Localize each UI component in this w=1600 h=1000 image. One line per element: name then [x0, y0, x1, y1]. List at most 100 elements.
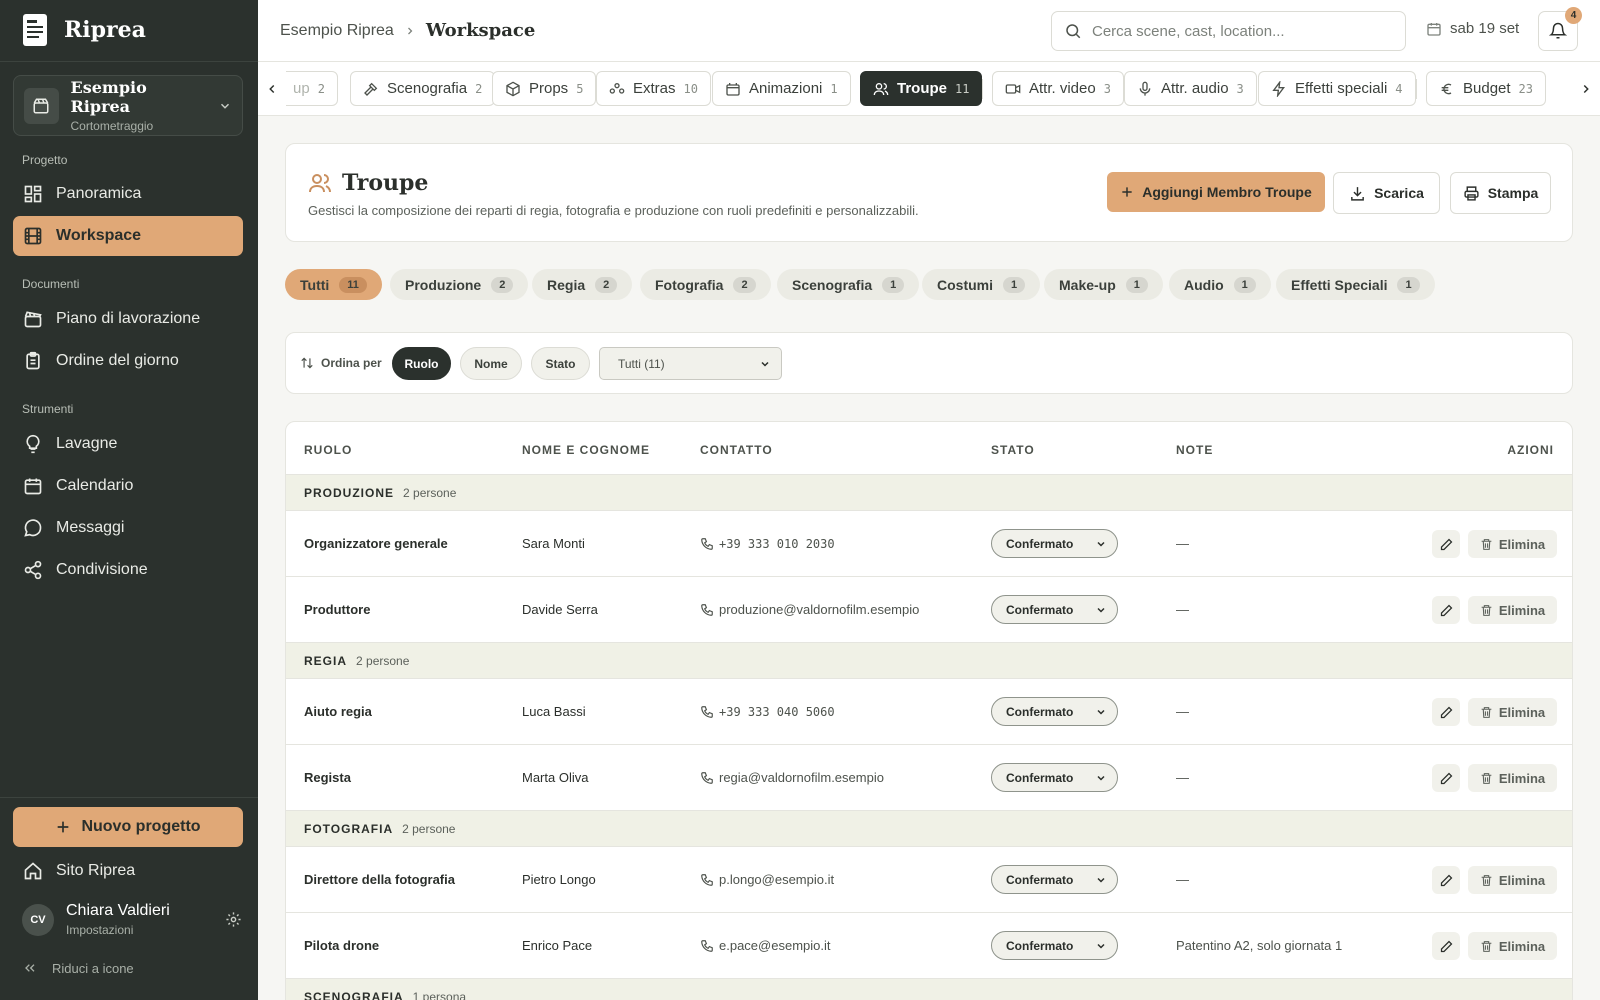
tab-budget[interactable]: Budget 23	[1426, 71, 1546, 106]
delete-button[interactable]: Elimina	[1468, 932, 1557, 960]
nav-label: Sito Riprea	[56, 862, 136, 879]
tabs-scroll-left[interactable]	[258, 74, 286, 104]
table-row[interactable]: Direttore della fotografia Pietro Longo …	[286, 847, 1572, 913]
nav-ordine-giorno[interactable]: Ordine del giorno	[13, 341, 243, 381]
delete-button[interactable]: Elimina	[1468, 596, 1557, 624]
nav-sito[interactable]: Sito Riprea	[13, 851, 243, 891]
nav-workspace[interactable]: Workspace	[13, 216, 243, 256]
tab-makeup[interactable]: up 2	[286, 71, 338, 106]
filter-audio[interactable]: Audio 1	[1169, 269, 1271, 300]
delete-button[interactable]: Elimina	[1468, 698, 1557, 726]
pencil-icon	[1439, 771, 1454, 786]
col-ruolo[interactable]: RUOLO	[304, 443, 352, 457]
project-switcher[interactable]: Esempio Riprea Cortometraggio	[13, 75, 243, 136]
users-icon	[308, 171, 332, 195]
cell-contact[interactable]: +39 333 040 5060	[700, 679, 835, 744]
collapse-sidebar[interactable]: Riduci a icone	[22, 960, 134, 976]
cell-contact[interactable]: p.longo@esempio.it	[700, 847, 834, 912]
filter-makeup[interactable]: Make-up 1	[1044, 269, 1163, 300]
filter-costumi[interactable]: Costumi 1	[922, 269, 1041, 300]
nav-condivisione[interactable]: Condivisione	[13, 550, 243, 590]
table-row[interactable]: Organizzatore generale Sara Monti +39 33…	[286, 511, 1572, 577]
tab-troupe[interactable]: Troupe 11	[860, 71, 983, 106]
table-row[interactable]: Regista Marta Oliva regia@valdornofilm.e…	[286, 745, 1572, 811]
cell-role: Organizzatore generale	[304, 536, 448, 551]
chevron-down-icon	[1095, 874, 1107, 886]
sort-ruolo[interactable]: Ruolo	[392, 347, 451, 380]
hammer-icon	[363, 81, 379, 97]
edit-button[interactable]	[1432, 698, 1460, 726]
delete-button[interactable]: Elimina	[1468, 764, 1557, 792]
sort-nome[interactable]: Nome	[460, 347, 522, 380]
status-select[interactable]: Confermato	[991, 697, 1118, 726]
video-icon	[1005, 81, 1021, 97]
print-button[interactable]: Stampa	[1450, 172, 1551, 214]
tab-effetti-speciali[interactable]: Effetti speciali 4	[1258, 71, 1416, 106]
department-select[interactable]: Tutti (11)	[599, 347, 782, 380]
edit-button[interactable]	[1432, 932, 1460, 960]
col-nome[interactable]: NOME E COGNOME	[522, 443, 650, 457]
status-select[interactable]: Confermato	[991, 595, 1118, 624]
table-row[interactable]: Pilota drone Enrico Pace e.pace@esempio.…	[286, 913, 1572, 979]
script-icon	[22, 13, 48, 47]
nav-label: Ordine del giorno	[56, 352, 179, 369]
tabs-scroll-right[interactable]	[1572, 74, 1600, 104]
status-select[interactable]: Confermato	[991, 529, 1118, 558]
edit-button[interactable]	[1432, 764, 1460, 792]
app-logo[interactable]: Riprea	[22, 13, 146, 47]
filter-produzione[interactable]: Produzione 2	[390, 269, 529, 300]
delete-button[interactable]: Elimina	[1468, 866, 1557, 894]
notification-badge: 4	[1565, 7, 1582, 24]
tab-attr-audio[interactable]: Attr. audio 3	[1124, 71, 1257, 106]
category-tabs: up 2 Scenografia 2 Props 5 Extras 10 Animazi…	[258, 62, 1600, 116]
status-select[interactable]: Confermato	[991, 763, 1118, 792]
printer-icon	[1463, 185, 1480, 202]
filter-regia[interactable]: Regia 2	[532, 269, 633, 300]
notifications-button[interactable]: 4	[1538, 7, 1582, 51]
cell-contact[interactable]: +39 333 010 2030	[700, 511, 835, 576]
download-button[interactable]: Scarica	[1333, 172, 1440, 214]
filter-scenografia[interactable]: Scenografia 1	[777, 269, 920, 300]
tab-scenografia[interactable]: Scenografia 2	[350, 71, 496, 106]
table-row[interactable]: Produttore Davide Serra produzione@valdo…	[286, 577, 1572, 643]
col-stato[interactable]: STATO	[991, 443, 1035, 457]
cell-contact[interactable]: regia@valdornofilm.esempio	[700, 745, 884, 810]
user-profile[interactable]: CV Chiara Valdieri Impostazioni	[22, 902, 242, 937]
cell-contact[interactable]: produzione@valdornofilm.esempio	[700, 577, 919, 642]
breadcrumb: Esempio Riprea Workspace	[280, 20, 535, 41]
nav-lavagne[interactable]: Lavagne	[13, 424, 243, 464]
nav-messaggi[interactable]: Messaggi	[13, 508, 243, 548]
delete-button[interactable]: Elimina	[1468, 530, 1557, 558]
nav-calendario[interactable]: Calendario	[13, 466, 243, 506]
zap-icon	[1271, 80, 1287, 97]
tab-extras[interactable]: Extras 10	[596, 71, 711, 106]
edit-button[interactable]	[1432, 596, 1460, 624]
new-project-button[interactable]: Nuovo progetto	[13, 807, 243, 847]
cell-contact[interactable]: e.pace@esempio.it	[700, 913, 830, 978]
filter-effetti-speciali[interactable]: Effetti Speciali 1	[1276, 269, 1435, 300]
edit-button[interactable]	[1432, 530, 1460, 558]
table-row[interactable]: Aiuto regia Luca Bassi +39 333 040 5060 …	[286, 679, 1572, 745]
tab-animazioni[interactable]: Animazioni 1	[712, 71, 851, 106]
page-title-text: Troupe	[342, 170, 429, 196]
breadcrumb-project[interactable]: Esempio Riprea	[280, 22, 394, 40]
search-input[interactable]: Cerca scene, cast, location...	[1051, 11, 1406, 51]
filter-fotografia[interactable]: Fotografia 2	[640, 269, 771, 300]
tab-attr-video[interactable]: Attr. video 3	[992, 71, 1124, 106]
chevron-left-icon	[265, 82, 279, 96]
nav-piano-lavorazione[interactable]: Piano di lavorazione	[13, 299, 243, 339]
sidebar: Riprea Esempio Riprea Cortometraggio Pro…	[0, 0, 258, 1000]
filter-tutti[interactable]: Tutti 11	[285, 269, 382, 300]
chevron-down-icon	[1095, 706, 1107, 718]
status-select[interactable]: Confermato	[991, 865, 1118, 894]
download-icon	[1349, 185, 1366, 202]
edit-button[interactable]	[1432, 866, 1460, 894]
tab-props[interactable]: Props 5	[492, 71, 597, 106]
sort-stato[interactable]: Stato	[531, 347, 590, 380]
gear-icon[interactable]	[225, 911, 242, 928]
status-select[interactable]: Confermato	[991, 931, 1118, 960]
pencil-icon	[1439, 939, 1454, 954]
nav-panoramica[interactable]: Panoramica	[13, 174, 243, 214]
col-azioni: AZIONI	[1507, 443, 1554, 457]
add-crew-member-button[interactable]: Aggiungi Membro Troupe	[1107, 172, 1325, 212]
